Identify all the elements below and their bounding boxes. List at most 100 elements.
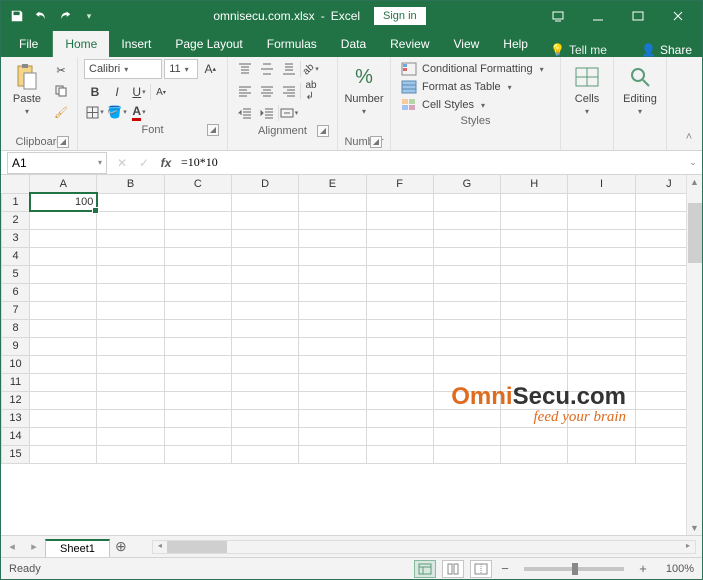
cell[interactable] <box>30 301 97 319</box>
cell[interactable] <box>433 427 500 445</box>
zoom-slider[interactable] <box>524 567 624 571</box>
scroll-thumb[interactable] <box>167 541 227 553</box>
insert-function-button[interactable]: fx <box>155 156 177 170</box>
cell[interactable] <box>164 427 231 445</box>
cell[interactable] <box>433 445 500 463</box>
column-header[interactable]: F <box>366 175 433 193</box>
sheet-tab[interactable]: Sheet1 <box>45 539 110 557</box>
cell[interactable] <box>433 265 500 283</box>
cell[interactable] <box>501 337 568 355</box>
zoom-knob[interactable] <box>572 563 578 575</box>
cell[interactable] <box>231 247 298 265</box>
cell[interactable] <box>299 409 366 427</box>
column-header[interactable]: J <box>635 175 686 193</box>
cell[interactable] <box>231 229 298 247</box>
cell[interactable] <box>231 409 298 427</box>
cell[interactable] <box>366 193 433 211</box>
cell[interactable] <box>433 337 500 355</box>
align-middle-button[interactable] <box>256 59 278 79</box>
cell[interactable] <box>635 319 686 337</box>
zoom-out-button[interactable]: − <box>498 561 512 576</box>
cell[interactable] <box>299 445 366 463</box>
cell-styles-button[interactable]: Cell Styles▾ <box>397 97 554 113</box>
row-header[interactable]: 6 <box>2 283 30 301</box>
cell[interactable] <box>501 301 568 319</box>
sheet-nav-next[interactable]: ▸ <box>23 540 45 553</box>
cell[interactable] <box>568 283 635 301</box>
copy-button[interactable] <box>51 82 71 100</box>
cell[interactable] <box>299 355 366 373</box>
tab-formulas[interactable]: Formulas <box>255 31 329 57</box>
maximize-button[interactable] <box>618 1 658 31</box>
cell[interactable] <box>501 265 568 283</box>
cell[interactable] <box>501 229 568 247</box>
cell[interactable] <box>97 301 164 319</box>
cell[interactable] <box>30 229 97 247</box>
cell[interactable] <box>366 301 433 319</box>
cell[interactable] <box>30 409 97 427</box>
cell[interactable] <box>30 337 97 355</box>
shrink-font-button[interactable]: A▾ <box>150 82 172 102</box>
cell[interactable] <box>97 247 164 265</box>
font-size-combo[interactable]: 11▾ <box>164 59 197 79</box>
cell[interactable] <box>366 337 433 355</box>
bold-button[interactable]: B <box>84 82 106 102</box>
cell[interactable] <box>30 247 97 265</box>
cell[interactable] <box>568 193 635 211</box>
cell[interactable] <box>30 355 97 373</box>
cell[interactable] <box>97 427 164 445</box>
cell[interactable] <box>299 193 366 211</box>
cell[interactable] <box>164 265 231 283</box>
cell[interactable] <box>366 283 433 301</box>
cell[interactable] <box>97 283 164 301</box>
cell[interactable] <box>299 427 366 445</box>
cell[interactable] <box>231 337 298 355</box>
cell[interactable] <box>231 355 298 373</box>
column-header[interactable]: A <box>30 175 97 193</box>
cell[interactable] <box>97 391 164 409</box>
qat-customize-button[interactable]: ▾ <box>78 5 100 27</box>
scroll-thumb[interactable] <box>688 203 702 263</box>
align-bottom-button[interactable] <box>278 59 300 79</box>
cell[interactable] <box>568 211 635 229</box>
font-color-button[interactable]: A▾ <box>128 102 150 122</box>
cell[interactable] <box>635 427 686 445</box>
cell[interactable] <box>501 445 568 463</box>
zoom-in-button[interactable]: + <box>636 561 650 576</box>
cell[interactable] <box>164 229 231 247</box>
cell[interactable] <box>299 247 366 265</box>
fill-color-button[interactable]: 🪣▾ <box>106 102 128 122</box>
row-header[interactable]: 9 <box>2 337 30 355</box>
cell[interactable] <box>164 283 231 301</box>
cell[interactable] <box>568 355 635 373</box>
cell[interactable] <box>30 265 97 283</box>
cell[interactable] <box>164 211 231 229</box>
cell[interactable] <box>635 391 686 409</box>
cell[interactable] <box>366 391 433 409</box>
column-header[interactable]: D <box>231 175 298 193</box>
row-header[interactable]: 4 <box>2 247 30 265</box>
cell[interactable] <box>97 319 164 337</box>
clipboard-launcher[interactable]: ◢ <box>57 136 69 148</box>
horizontal-scrollbar[interactable]: ◂ ▸ <box>152 540 696 554</box>
column-header[interactable]: B <box>97 175 164 193</box>
cell[interactable] <box>635 445 686 463</box>
tab-file[interactable]: File <box>5 31 53 57</box>
cell[interactable] <box>366 373 433 391</box>
redo-button[interactable] <box>54 5 76 27</box>
cell[interactable] <box>30 211 97 229</box>
font-name-combo[interactable]: Calibri▾ <box>84 59 162 79</box>
cell[interactable] <box>433 355 500 373</box>
alignment-launcher[interactable]: ◢ <box>317 125 329 137</box>
cell[interactable] <box>164 391 231 409</box>
cell[interactable] <box>366 265 433 283</box>
cell[interactable] <box>164 445 231 463</box>
cell[interactable] <box>299 211 366 229</box>
cell[interactable] <box>433 229 500 247</box>
share-button[interactable]: 👤 Share <box>631 43 702 57</box>
wrap-text-button[interactable]: ab↲ <box>300 81 322 101</box>
align-center-button[interactable] <box>256 81 278 101</box>
column-header[interactable]: G <box>433 175 500 193</box>
cell[interactable] <box>299 265 366 283</box>
name-box[interactable]: A1 ▾ <box>7 152 107 174</box>
